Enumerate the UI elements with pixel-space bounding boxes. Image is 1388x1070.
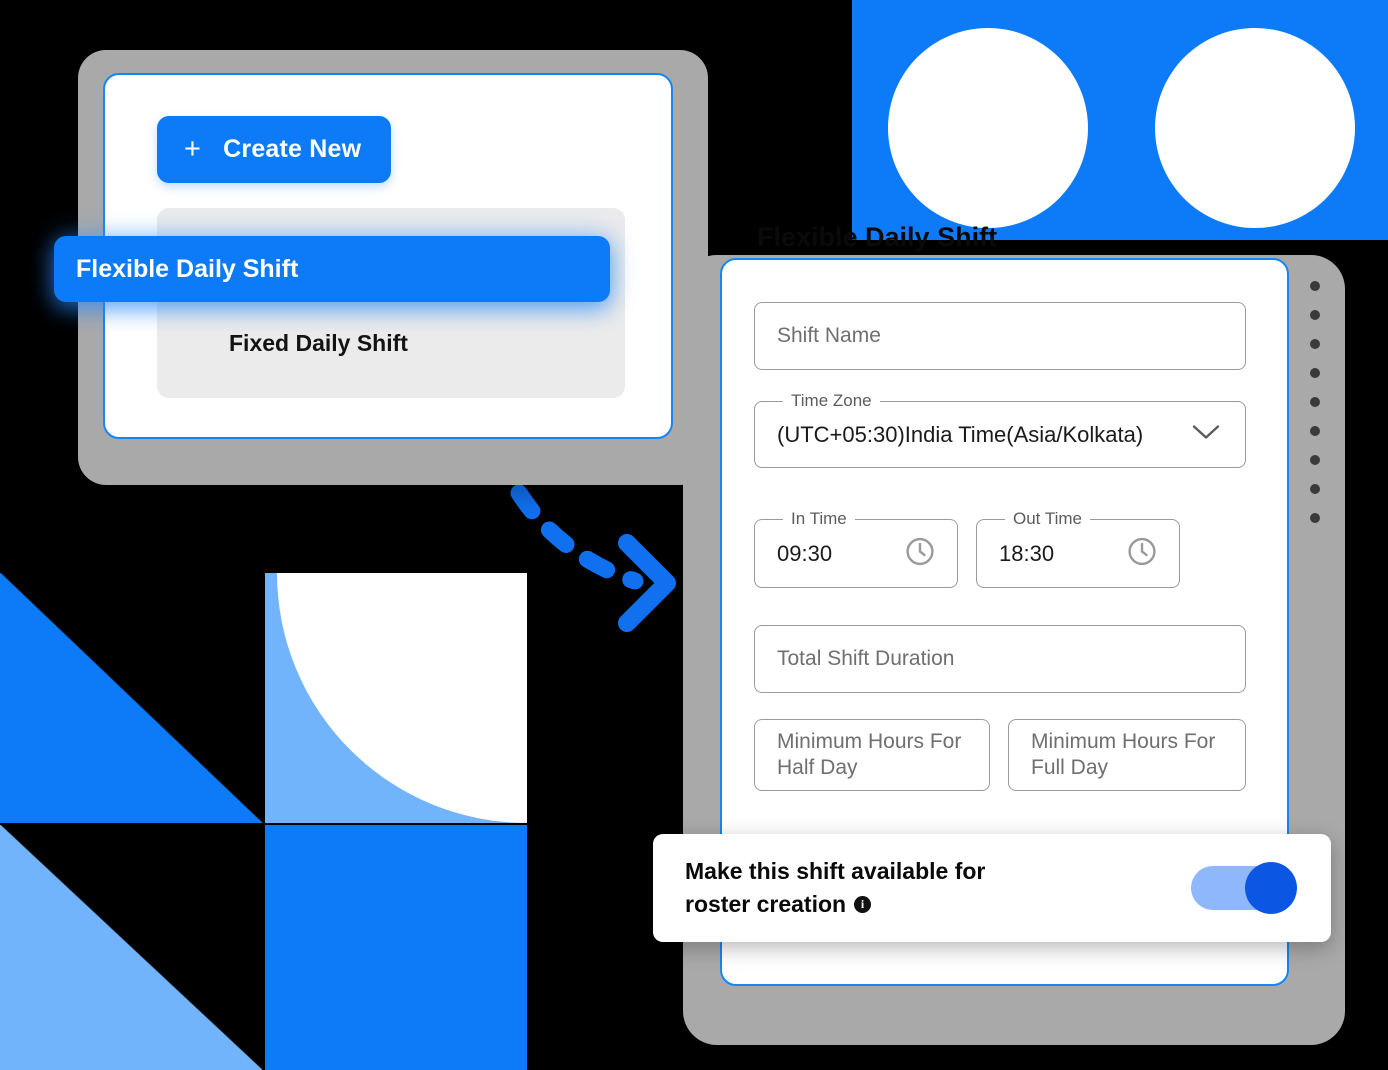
- page-title: Flexible Daily Shift: [757, 222, 997, 253]
- minimum-hours-half-day-input[interactable]: Minimum Hours For Half Day: [754, 719, 990, 791]
- total-shift-duration-input[interactable]: Total Shift Duration: [754, 625, 1246, 693]
- out-time-label: Out Time: [1005, 509, 1090, 529]
- roster-availability-label-line2: roster creation: [685, 891, 847, 917]
- in-time-value: 09:30: [777, 540, 833, 566]
- out-time-value: 18:30: [999, 540, 1055, 566]
- in-time-label: In Time: [783, 509, 855, 529]
- list-item-flexible-daily-shift[interactable]: Flexible Daily Shift: [54, 236, 610, 302]
- time-zone-select[interactable]: Time Zone (UTC+05:30)India Time(Asia/Kol…: [754, 391, 1246, 468]
- create-new-label: Create New: [223, 135, 362, 163]
- total-shift-duration-placeholder: Total Shift Duration: [777, 647, 955, 670]
- screenshot-stage: + Create New Fixed Daily Shift Flexible …: [0, 0, 1388, 1070]
- in-time-input[interactable]: In Time 09:30: [754, 509, 958, 588]
- decorative-square: [265, 825, 527, 1070]
- info-icon[interactable]: i: [854, 895, 872, 913]
- minimum-hours-full-day-placeholder: Minimum Hours For Full Day: [1031, 729, 1216, 779]
- shift-name-input[interactable]: Shift Name: [754, 302, 1246, 370]
- minimum-hours-half-day-placeholder: Minimum Hours For Half Day: [777, 729, 962, 779]
- time-zone-value: (UTC+05:30)India Time(Asia/Kolkata): [777, 421, 1144, 447]
- list-item-label: Flexible Daily Shift: [76, 254, 299, 283]
- decorative-triangle: [0, 573, 262, 823]
- decorative-quarter-circle: [265, 573, 527, 823]
- roster-availability-card: Make this shift available for roster cre…: [653, 834, 1331, 942]
- roster-availability-label-line1: Make this shift available for: [685, 858, 986, 885]
- time-zone-label: Time Zone: [783, 391, 880, 411]
- chevron-down-icon[interactable]: [1191, 423, 1221, 446]
- page-title-text: Flexible Daily Shift: [757, 222, 998, 252]
- roster-availability-toggle[interactable]: [1191, 862, 1297, 914]
- shift-name-placeholder: Shift Name: [777, 324, 881, 347]
- create-new-button[interactable]: + Create New: [157, 116, 392, 183]
- decorative-triangle: [0, 825, 262, 1070]
- decorative-circle: [888, 28, 1088, 228]
- plus-icon: +: [184, 133, 202, 165]
- out-time-input[interactable]: Out Time 18:30: [976, 509, 1180, 588]
- decorative-circle: [1155, 28, 1355, 228]
- list-item-fixed-daily-shift[interactable]: Fixed Daily Shift: [229, 330, 408, 357]
- dashed-arrow-icon: [505, 484, 685, 645]
- clock-icon[interactable]: [1127, 536, 1157, 571]
- toggle-knob: [1245, 862, 1297, 914]
- clock-icon[interactable]: [905, 536, 935, 571]
- roster-availability-label: Make this shift available for roster cre…: [685, 855, 1105, 920]
- minimum-hours-full-day-input[interactable]: Minimum Hours For Full Day: [1008, 719, 1246, 791]
